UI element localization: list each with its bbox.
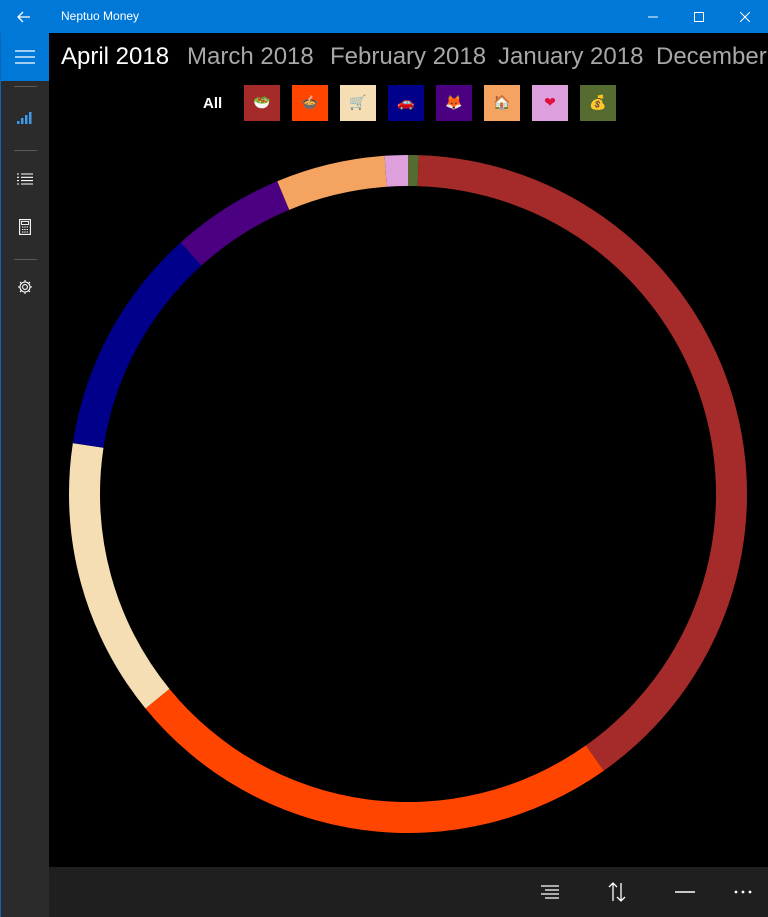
donut-slice-3[interactable] bbox=[68, 443, 170, 709]
donut-slice-0[interactable] bbox=[408, 155, 419, 187]
swap-button[interactable] bbox=[593, 867, 641, 917]
sidebar-item-overview[interactable] bbox=[1, 98, 49, 138]
gear-icon bbox=[18, 280, 32, 294]
maximize-button[interactable] bbox=[676, 0, 722, 33]
menu-button[interactable] bbox=[1, 33, 49, 81]
sidebar-item-list[interactable] bbox=[1, 159, 49, 199]
remove-button[interactable] bbox=[661, 867, 709, 917]
close-icon bbox=[740, 11, 750, 22]
bar-chart-icon bbox=[17, 112, 32, 124]
back-arrow-icon bbox=[17, 11, 30, 22]
minimize-button[interactable] bbox=[630, 0, 676, 33]
sidebar-item-calculator[interactable] bbox=[1, 207, 49, 247]
donut-slice-4[interactable] bbox=[72, 242, 202, 448]
hamburger-menu-icon bbox=[15, 50, 35, 64]
more-ellipsis-icon bbox=[734, 890, 752, 894]
app-title: Neptuo Money bbox=[61, 9, 140, 23]
sidebar-separator bbox=[14, 259, 37, 260]
swap-arrows-icon bbox=[608, 882, 626, 902]
more-button[interactable] bbox=[719, 867, 767, 917]
main-content: April 2018 March 2018 February 2018 Janu… bbox=[49, 33, 768, 867]
minimize-icon bbox=[648, 16, 658, 17]
close-button[interactable] bbox=[722, 0, 768, 33]
command-bar bbox=[49, 867, 768, 917]
donut-slice-6[interactable] bbox=[277, 155, 387, 210]
sidebar bbox=[0, 33, 49, 917]
back-button[interactable] bbox=[0, 0, 48, 33]
calculator-icon bbox=[19, 219, 31, 235]
donut-slice-2[interactable] bbox=[145, 688, 604, 834]
minus-icon bbox=[675, 891, 695, 893]
donut-slice-1[interactable] bbox=[417, 155, 747, 771]
sidebar-item-settings[interactable] bbox=[1, 267, 49, 307]
donut-slice-5[interactable] bbox=[180, 181, 290, 266]
category-donut-chart bbox=[68, 155, 747, 834]
sort-button[interactable] bbox=[525, 867, 573, 917]
sort-lines-icon bbox=[541, 885, 559, 899]
list-icon bbox=[17, 173, 33, 185]
sidebar-separator bbox=[14, 86, 37, 87]
maximize-icon bbox=[694, 11, 704, 22]
sidebar-separator bbox=[14, 150, 37, 151]
title-bar: Neptuo Money bbox=[0, 0, 768, 33]
donut-slice-7[interactable] bbox=[384, 155, 408, 187]
